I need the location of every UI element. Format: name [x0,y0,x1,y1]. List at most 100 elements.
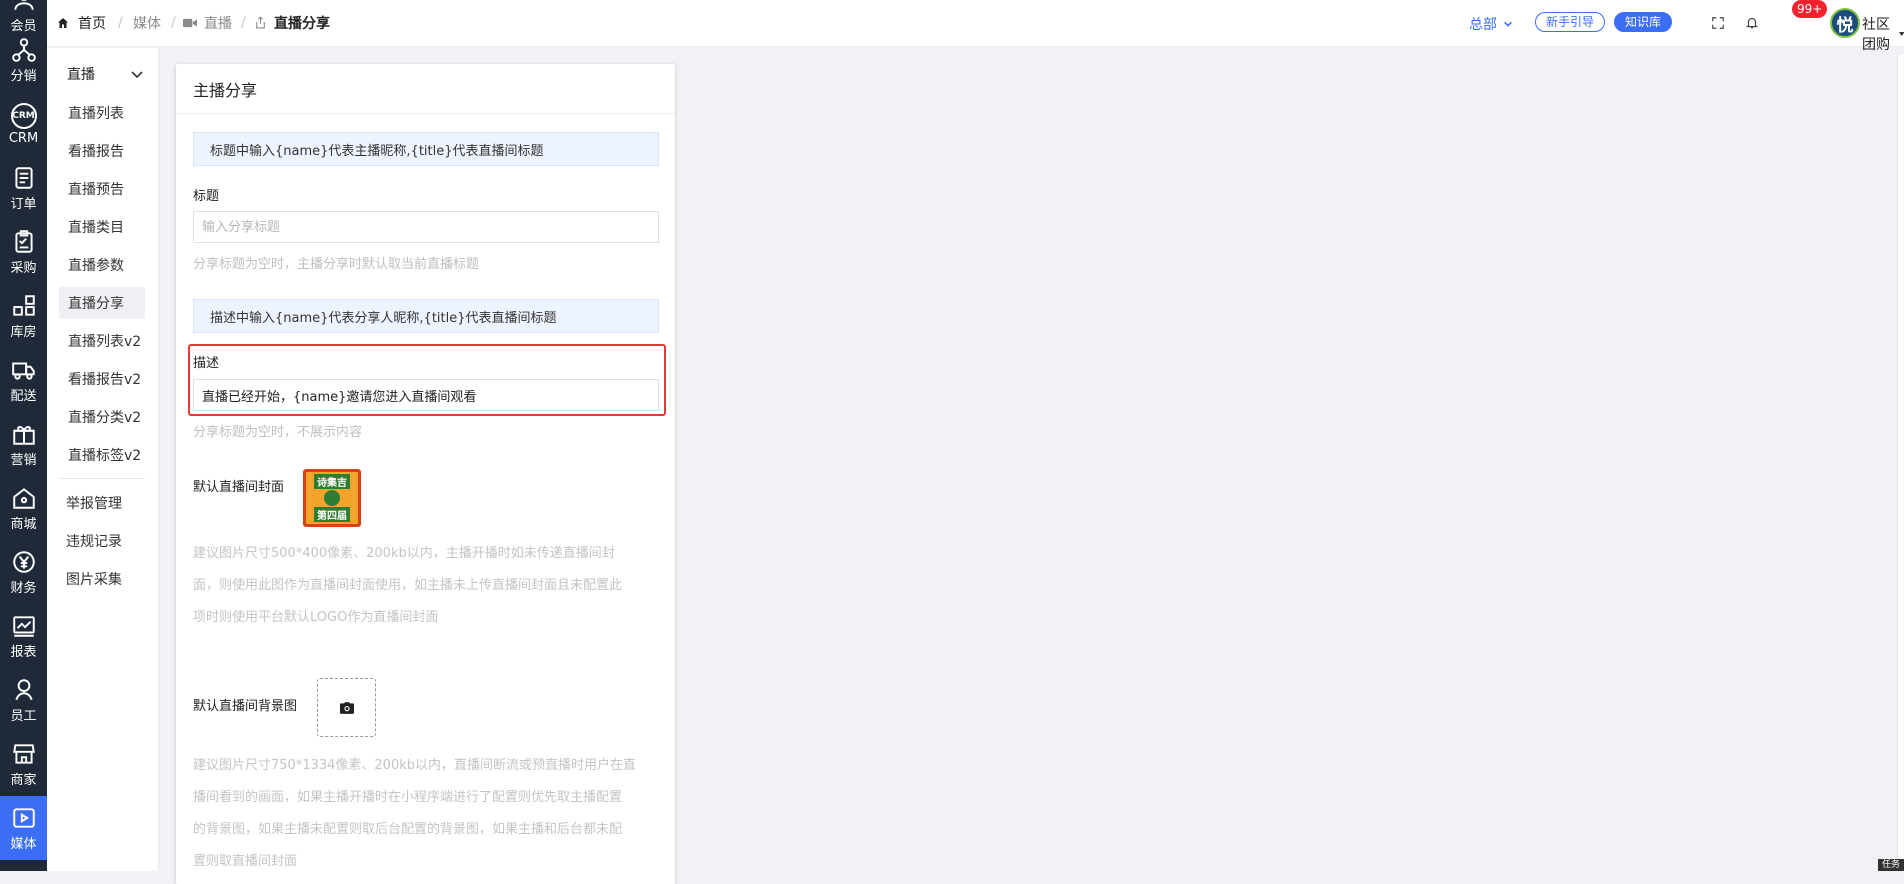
breadcrumb-live[interactable]: 直播 [204,0,232,46]
subnav-item-live-share[interactable]: 直播分享 [59,287,145,319]
subnav-group-label: 直播 [67,67,95,83]
share-desc-input[interactable] [193,379,659,411]
nav-marketing-label: 营销 [10,452,37,468]
mall-icon [12,487,35,509]
subnav-group-live[interactable]: 直播 [47,56,158,92]
caret-down-icon [1898,32,1904,36]
home-icon[interactable] [57,17,69,29]
share-title-input[interactable] [193,211,659,243]
bg-upload-button[interactable] [317,678,376,737]
breadcrumb-current: 直播分享 [274,16,330,32]
nav-marketing[interactable]: 营销 [0,412,47,476]
nav-distribution[interactable]: 分销 [0,28,47,92]
subnav-item-live-list-v2[interactable]: 直播列表v2 [59,325,145,357]
nav-order-label: 订单 [10,196,37,212]
purchase-icon [14,229,33,253]
cover-hint-line: 面，则使用此图作为直播间封面使用，如主播未上传直播间封面且未配置此 [193,578,623,593]
nav-delivery[interactable]: 配送 [0,348,47,412]
avatar[interactable]: 悦 [1830,8,1860,38]
cover-image-art: 诗集吉 第四届 [306,472,358,524]
sub-nav: 直播 直播列表 看播报告 直播预告 直播类目 直播参数 直播分享 直播列表v2 … [47,48,159,871]
card-title: 主播分享 [176,64,675,114]
page-scrollbar[interactable] [1897,55,1904,871]
nav-finance-label: 财务 [10,580,37,596]
delivery-icon [11,362,35,380]
subnav-item-live-category[interactable]: 直播类目 [59,211,145,243]
nav-report[interactable]: 报表 [0,604,47,668]
user-menu[interactable]: 社区团购 [1862,14,1904,54]
subnav-item-watch-report-v2[interactable]: 看播报告v2 [59,363,145,395]
guide-button[interactable]: 新手引导 [1535,12,1606,32]
distribution-icon [11,37,36,62]
cover-badge-bottom: 第四届 [314,507,350,522]
subnav-item-live-category-v2[interactable]: 直播分类v2 [59,401,145,433]
subnav-divider [59,478,145,479]
camera-icon [339,701,354,714]
nav-crm[interactable]: CRM CRM [0,92,47,156]
nav-staff-label: 员工 [10,708,37,724]
nav-media-label: 媒体 [10,836,37,852]
cover-hint: 建议图片尺寸500*400像素、200kb以内，主播开播时如未传递直播间封 面，… [193,538,659,634]
nav-mall-label: 商城 [10,516,37,532]
nav-purchase-label: 采购 [10,260,37,276]
nav-warehouse[interactable]: 库房 [0,284,47,348]
cover-label: 默认直播间封面 [193,480,285,495]
subnav-item-report-manage[interactable]: 举报管理 [59,487,145,519]
bell-icon[interactable] [1745,15,1759,30]
video-camera-icon [183,18,197,28]
desc-label: 描述 [193,356,220,371]
cover-hint-line: 项时则使用平台默认LOGO作为直播间封面 [193,610,439,625]
subnav-item-violations[interactable]: 违规记录 [59,525,145,557]
staff-icon [14,678,33,700]
cover-image[interactable]: 诗集吉 第四届 [303,469,361,527]
org-label: 总部 [1469,17,1497,33]
store-icon [12,743,35,764]
share-icon [256,16,265,29]
breadcrumb-media[interactable]: 媒体 [133,0,161,46]
nav-report-label: 报表 [10,644,37,660]
subnav-item-live-preview[interactable]: 直播预告 [59,173,145,205]
nav-purchase[interactable]: 采购 [0,220,47,284]
subnav-item-watch-report[interactable]: 看播报告 [59,135,145,167]
nav-store-label: 商家 [10,772,37,788]
subnav-item-live-params[interactable]: 直播参数 [59,249,145,281]
subnav-item-live-list[interactable]: 直播列表 [59,97,145,129]
crm-icon: CRM [10,102,37,129]
nav-distribution-label: 分销 [10,68,37,84]
nav-store[interactable]: 商家 [0,732,47,796]
bg-hint-line: 置则取直播间封面 [193,854,298,869]
title-label: 标题 [193,189,220,204]
knowledge-button[interactable]: 知识库 [1614,12,1673,32]
top-bar: 首页 / 媒体 / 直播 / 直播分享 总部 新手引导 知识库 99+ 悦 社区… [47,0,1904,53]
nav-mall[interactable]: 商城 [0,476,47,540]
report-icon [12,615,35,637]
bg-hint-line: 的背景图，如果主播未配置则取后台配置的背景图，如果主播和后台都未配 [193,822,623,837]
chevron-down-icon [1504,21,1512,27]
nav-warehouse-label: 库房 [10,324,37,340]
nav-delivery-label: 配送 [10,388,37,404]
cover-badge-top: 诗集吉 [314,474,350,489]
finance-icon [12,550,35,573]
subnav-item-image-collect[interactable]: 图片采集 [59,563,145,595]
task-tag[interactable]: 任务 [1878,859,1904,871]
desc-hint: 分享标题为空时，不展示内容 [193,425,363,440]
breadcrumb-separator: / [171,15,176,31]
org-switcher[interactable]: 总部 [1469,14,1513,34]
nav-order[interactable]: 订单 [0,156,47,220]
share-settings-card: 主播分享 标题中输入{name}代表主播昵称,{title}代表直播间标题 标题… [176,64,675,884]
breadcrumb-home[interactable]: 首页 [78,0,106,46]
member-icon [13,0,34,10]
media-icon [12,807,35,828]
subnav-item-live-tags-v2[interactable]: 直播标签v2 [59,439,145,471]
desc-tip: 描述中输入{name}代表分享人昵称,{title}代表直播间标题 [193,299,659,333]
nav-staff[interactable]: 员工 [0,668,47,732]
bg-hint-line: 播间看到的画面，如果主播开播时在小程序端进行了配置则优先取主播配置 [193,790,623,805]
bg-label: 默认直播间背景图 [193,699,298,714]
cover-emblem [324,490,340,506]
fullscreen-icon[interactable] [1711,16,1725,30]
order-icon [14,166,33,189]
nav-media[interactable]: 媒体 [0,796,47,860]
gift-icon [12,425,35,445]
bg-hint: 建议图片尺寸750*1334像素、200kb以内，直播间断流或预直播时用户在直 … [193,750,659,878]
nav-finance[interactable]: 财务 [0,540,47,604]
